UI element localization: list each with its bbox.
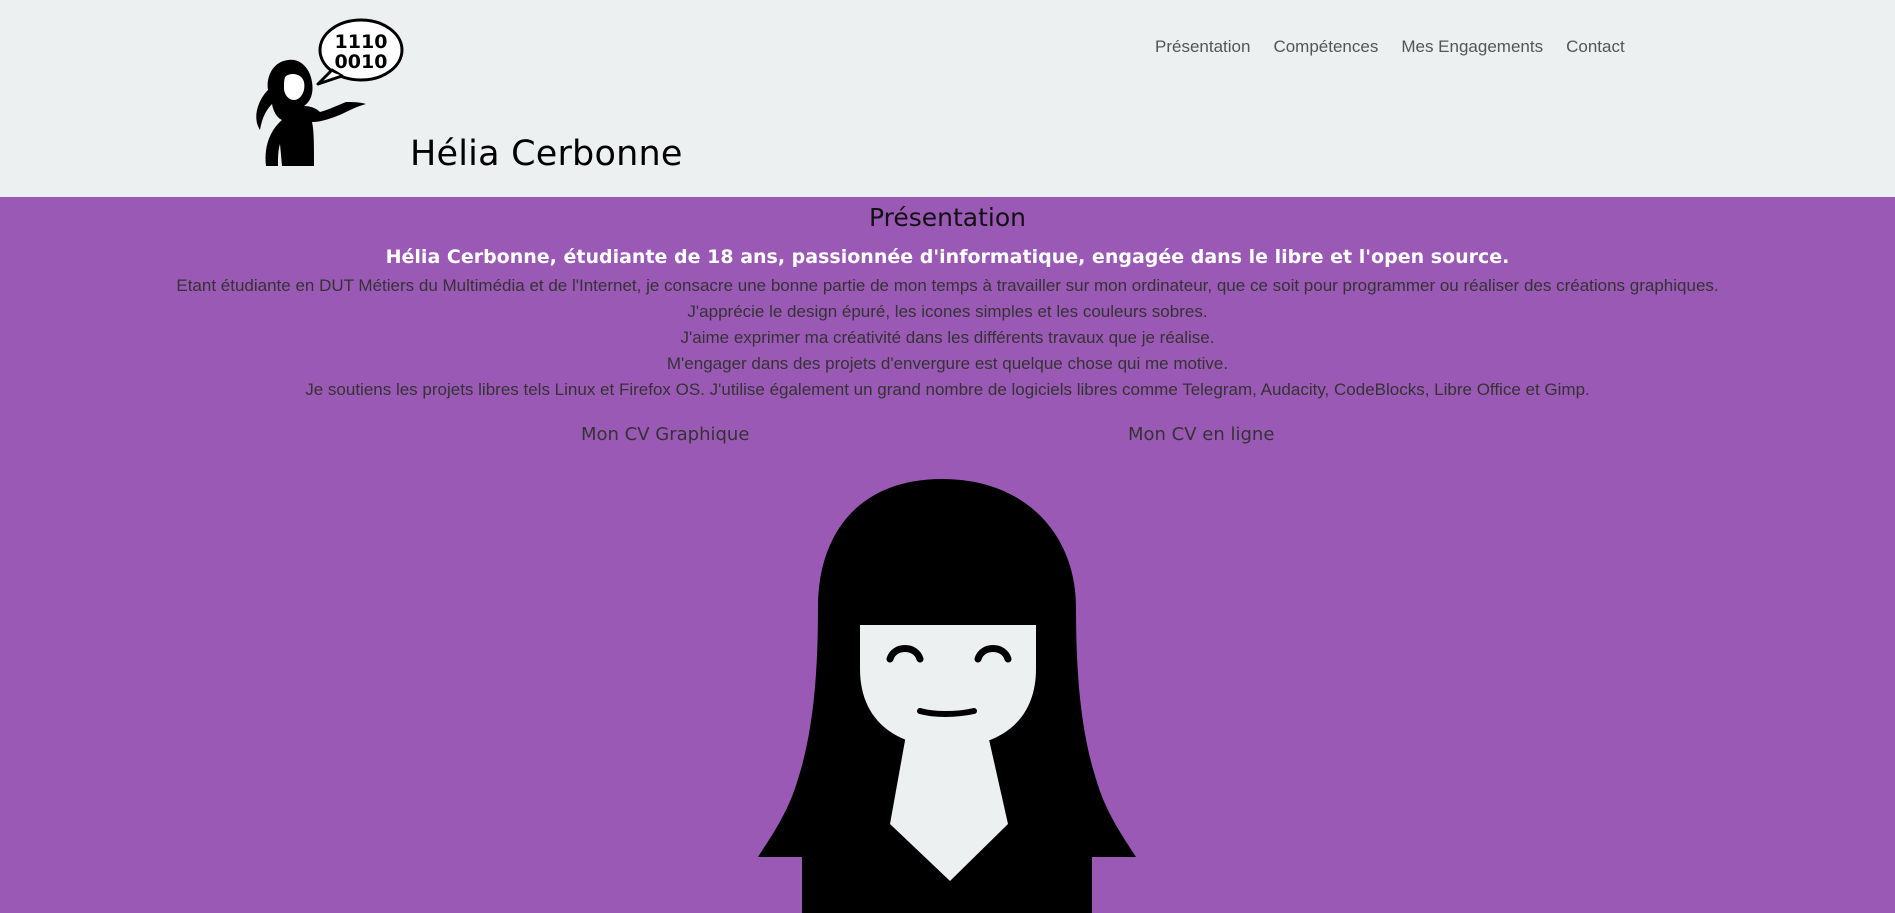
presentation-paragraph: Etant étudiante en DUT Métiers du Multim… <box>176 276 1719 295</box>
nav-link-competences[interactable]: Compétences <box>1273 36 1378 58</box>
bubble-binary-line1: 1110 <box>335 31 388 53</box>
presentation-paragraph: M'engager dans des projets d'envergure e… <box>666 354 1229 373</box>
bubble-binary-line2: 0010 <box>335 51 388 73</box>
tagline: Hélia Cerbonne, étudiante de 18 ans, pas… <box>385 246 1510 268</box>
nav-link-contact[interactable]: Contact <box>1566 36 1625 58</box>
presentation-paragraph: J'apprécie le design épuré, les icones s… <box>687 302 1208 321</box>
site-header: 1110 0010 Hélia Cerbonne Présentation Co… <box>0 0 1895 197</box>
cv-links: Mon CV Graphique Mon CV en ligne <box>0 423 1895 447</box>
nav-link-presentation[interactable]: Présentation <box>1155 36 1250 58</box>
main-nav: Présentation Compétences Mes Engagements… <box>1155 36 1648 58</box>
nav-link-engagements[interactable]: Mes Engagements <box>1401 36 1543 58</box>
section-title: Présentation <box>868 203 1026 232</box>
girl-avatar-illustration <box>758 479 1136 913</box>
site-title: Hélia Cerbonne <box>410 134 683 174</box>
presentation-section: Présentation Hélia Cerbonne, étudiante d… <box>0 197 1895 913</box>
presentation-paragraph: J'aime exprimer ma créativité dans les d… <box>680 328 1215 347</box>
presentation-paragraph: Je soutiens les projets libres tels Linu… <box>305 380 1590 399</box>
cv-en-ligne-link[interactable]: Mon CV en ligne <box>1128 423 1274 447</box>
cv-graphique-link[interactable]: Mon CV Graphique <box>581 423 749 447</box>
logo-woman-speech-bubble-icon[interactable]: 1110 0010 <box>254 18 410 168</box>
